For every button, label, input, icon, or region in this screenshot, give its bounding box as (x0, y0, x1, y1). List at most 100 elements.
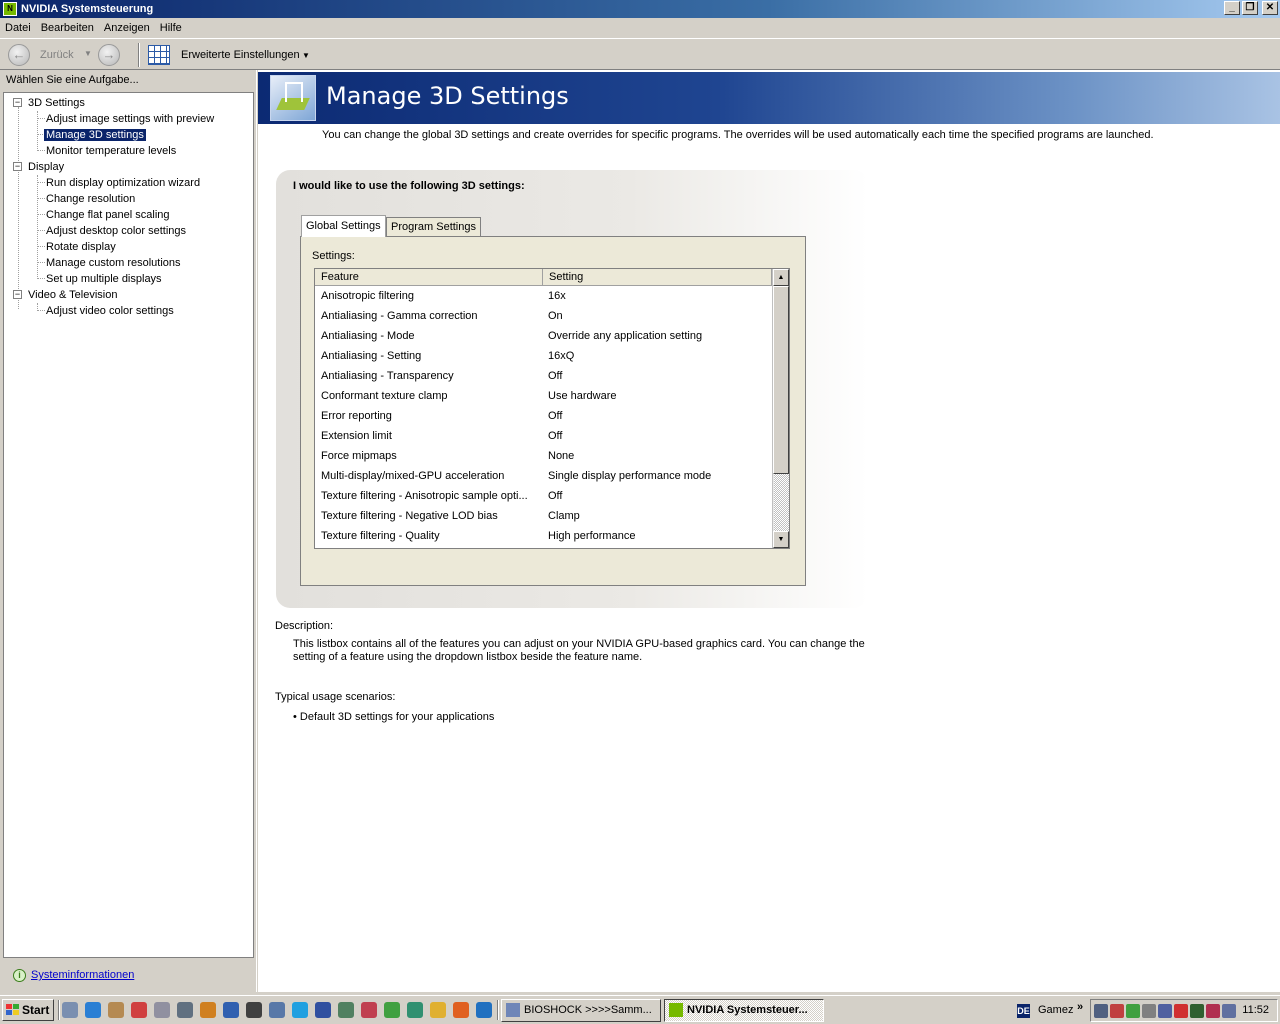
setting-cell[interactable]: None (548, 446, 768, 466)
tray-app-icon[interactable] (1206, 1004, 1220, 1018)
menu-bearbeiten[interactable]: Bearbeiten (36, 18, 99, 38)
scrollbar-track[interactable] (774, 474, 789, 531)
system-info-link[interactable]: Systeminformationen (31, 969, 134, 981)
start-button[interactable]: Start (2, 999, 54, 1021)
tab-global-settings[interactable]: Global Settings (301, 215, 386, 237)
quicklaunch-app-icon[interactable] (453, 1002, 469, 1018)
tree-group-display[interactable]: Display (28, 160, 64, 174)
tree-item-display-optimization-wizard[interactable]: Run display optimization wizard (46, 176, 200, 190)
tree-item-desktop-color-settings[interactable]: Adjust desktop color settings (46, 224, 186, 238)
toolbar-gamez[interactable]: Gamez (1038, 1004, 1073, 1016)
table-row[interactable]: Antialiasing - Transparency Off (315, 366, 772, 386)
quicklaunch-app-icon[interactable] (223, 1002, 239, 1018)
taskbar-button-nvidia[interactable]: NVIDIA Systemsteuer... (664, 999, 824, 1022)
quicklaunch-app-icon[interactable] (315, 1002, 331, 1018)
tree-item-adjust-image-settings[interactable]: Adjust image settings with preview (46, 112, 214, 126)
tree-group-3d-settings[interactable]: 3D Settings (28, 96, 85, 110)
quicklaunch-app-icon[interactable] (200, 1002, 216, 1018)
setting-cell[interactable]: Override any application setting (548, 326, 768, 346)
title-bar[interactable]: N NVIDIA Systemsteuerung _ ❐ ✕ (0, 0, 1280, 18)
chevron-down-icon[interactable]: ▼ (302, 51, 310, 60)
tray-network-icon[interactable] (1094, 1004, 1108, 1018)
tray-app-icon[interactable] (1190, 1004, 1204, 1018)
setting-cell[interactable]: Off (548, 426, 768, 446)
table-row[interactable]: Anisotropic filtering 16x (315, 286, 772, 306)
quicklaunch-app-icon[interactable] (476, 1002, 492, 1018)
quicklaunch-app-icon[interactable] (269, 1002, 285, 1018)
quicklaunch-app-icon[interactable] (154, 1002, 170, 1018)
setting-cell[interactable]: High performance (548, 526, 768, 546)
taskbar-button-bioshock[interactable]: BIOSHOCK >>>>Samm... (501, 999, 661, 1022)
tree-item-video-color-settings[interactable]: Adjust video color settings (46, 304, 174, 318)
scroll-up-icon[interactable]: ▲ (773, 269, 789, 286)
scrollbar-thumb[interactable] (773, 286, 789, 474)
tree-item-custom-resolutions[interactable]: Manage custom resolutions (46, 256, 181, 270)
table-row[interactable]: Conformant texture clamp Use hardware (315, 386, 772, 406)
quicklaunch-app-icon[interactable] (361, 1002, 377, 1018)
setting-cell[interactable]: Off (548, 486, 768, 506)
toolbar-overflow-icon[interactable]: » (1077, 1001, 1083, 1013)
tab-program-settings[interactable]: Program Settings (386, 217, 481, 237)
quicklaunch-app-icon[interactable] (384, 1002, 400, 1018)
tray-app-icon[interactable] (1174, 1004, 1188, 1018)
quicklaunch-app-icon[interactable] (407, 1002, 423, 1018)
table-row[interactable]: Antialiasing - Setting 16xQ (315, 346, 772, 366)
quicklaunch-app-icon[interactable] (338, 1002, 354, 1018)
setting-cell[interactable]: 16x (548, 286, 768, 306)
vertical-scrollbar[interactable]: ▲ ▼ (772, 269, 789, 548)
column-header-feature[interactable]: Feature (315, 269, 543, 286)
tray-app-icon[interactable] (1110, 1004, 1124, 1018)
menu-anzeigen[interactable]: Anzeigen (99, 18, 155, 38)
table-row[interactable]: Texture filtering - Anisotropic sample o… (315, 486, 772, 506)
quicklaunch-app-icon[interactable] (108, 1002, 124, 1018)
collapse-icon[interactable]: − (13, 290, 22, 299)
table-row[interactable]: Error reporting Off (315, 406, 772, 426)
tree-item-rotate-display[interactable]: Rotate display (46, 240, 116, 254)
back-history-dropdown-icon[interactable]: ▼ (84, 49, 92, 58)
tray-app-icon[interactable] (1126, 1004, 1140, 1018)
quicklaunch-app-icon[interactable] (85, 1002, 101, 1018)
taskbar-clock[interactable]: 11:52 (1242, 1004, 1269, 1016)
setting-cell[interactable]: Off (548, 366, 768, 386)
tree-item-manage-3d-settings[interactable]: Manage 3D settings (44, 128, 146, 142)
tray-speaker-icon[interactable] (1142, 1004, 1156, 1018)
table-row[interactable]: Texture filtering - Negative LOD bias Cla… (315, 506, 772, 526)
setting-cell[interactable]: On (548, 306, 768, 326)
table-row[interactable]: Force mipmaps None (315, 446, 772, 466)
table-row[interactable]: Extension limit Off (315, 426, 772, 446)
quicklaunch-app-icon[interactable] (292, 1002, 308, 1018)
setting-cell[interactable]: Single display performance mode (548, 466, 768, 486)
setting-cell[interactable]: 16xQ (548, 346, 768, 366)
tree-item-change-resolution[interactable]: Change resolution (46, 192, 135, 206)
language-indicator[interactable]: DE (1017, 1004, 1030, 1018)
table-row[interactable]: Antialiasing - Mode Override any applicat… (315, 326, 772, 346)
column-header-setting[interactable]: Setting (543, 269, 772, 286)
scroll-down-icon[interactable]: ▼ (773, 531, 789, 548)
back-button-label[interactable]: Zurück (40, 49, 74, 61)
tree-item-flat-panel-scaling[interactable]: Change flat panel scaling (46, 208, 170, 222)
quicklaunch-app-icon[interactable] (62, 1002, 78, 1018)
advanced-settings-button[interactable]: Erweiterte Einstellungen (181, 49, 300, 61)
table-row[interactable]: Antialiasing - Gamma correction On (315, 306, 772, 326)
table-row[interactable]: Multi-display/mixed-GPU acceleration Sing… (315, 466, 772, 486)
quicklaunch-app-icon[interactable] (131, 1002, 147, 1018)
table-row[interactable]: Texture filtering - Quality High performa… (315, 526, 772, 546)
quicklaunch-app-icon[interactable] (430, 1002, 446, 1018)
tree-item-monitor-temperature[interactable]: Monitor temperature levels (46, 144, 176, 158)
setting-cell[interactable]: Clamp (548, 506, 768, 526)
view-grid-icon[interactable] (148, 45, 170, 65)
tree-group-video-television[interactable]: Video & Television (28, 288, 118, 302)
setting-cell[interactable]: Use hardware (548, 386, 768, 406)
back-arrow-icon[interactable]: ← (8, 44, 30, 66)
tray-app-icon[interactable] (1222, 1004, 1236, 1018)
collapse-icon[interactable]: − (13, 162, 22, 171)
restore-icon[interactable]: ❐ (1242, 1, 1258, 15)
menu-datei[interactable]: Datei (0, 18, 36, 38)
collapse-icon[interactable]: − (13, 98, 22, 107)
forward-arrow-icon[interactable]: → (98, 44, 120, 66)
tray-app-icon[interactable] (1158, 1004, 1172, 1018)
settings-listview[interactable]: Feature Setting Anisotropic filtering 16x… (314, 268, 790, 549)
quicklaunch-app-icon[interactable] (246, 1002, 262, 1018)
menu-hilfe[interactable]: Hilfe (155, 18, 187, 38)
quicklaunch-app-icon[interactable] (177, 1002, 193, 1018)
